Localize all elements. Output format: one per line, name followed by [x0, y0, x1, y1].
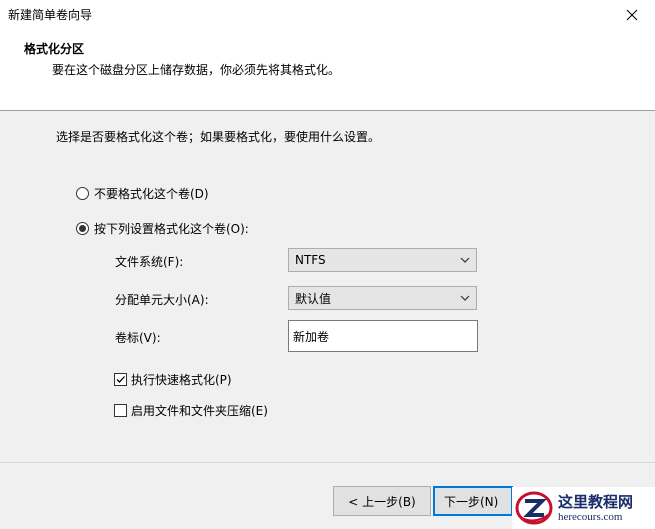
page-title: 格式化分区 — [24, 42, 85, 56]
file-system-select[interactable]: NTFS — [288, 248, 477, 272]
format-radio[interactable] — [76, 222, 89, 235]
allocation-size-label: 分配单元大小(A): — [115, 293, 209, 307]
watermark-title: 这里教程网 — [558, 492, 634, 511]
format-radio-option[interactable]: 按下列设置格式化这个卷(O): — [76, 220, 249, 237]
watermark: 这里教程网 herecours.com — [512, 487, 655, 529]
format-label: 按下列设置格式化这个卷(O): — [94, 222, 249, 236]
footer-divider — [0, 462, 655, 463]
window-title: 新建简单卷向导 — [8, 8, 93, 22]
back-button[interactable]: < 上一步(B) — [333, 486, 431, 516]
no-format-radio[interactable] — [76, 187, 89, 200]
wizard-window: 新建简单卷向导 格式化分区 要在这个磁盘分区上储存数据，你必须先将其格式化。 选… — [0, 0, 655, 529]
compression-checkbox[interactable] — [114, 404, 127, 417]
chevron-down-icon — [460, 295, 470, 301]
page-subtitle: 要在这个磁盘分区上储存数据，你必须先将其格式化。 — [52, 63, 341, 77]
no-format-label: 不要格式化这个卷(D) — [94, 187, 209, 201]
close-icon — [626, 9, 638, 21]
chevron-down-icon — [460, 257, 470, 263]
title-bar: 新建简单卷向导 — [0, 0, 655, 30]
allocation-size-select[interactable]: 默认值 — [288, 286, 477, 310]
compression-option[interactable]: 启用文件和文件夹压缩(E) — [114, 402, 268, 419]
file-system-label: 文件系统(F): — [115, 255, 184, 269]
watermark-url: herecours.com — [558, 510, 623, 523]
quick-format-label: 执行快速格式化(P) — [131, 373, 232, 387]
compression-label: 启用文件和文件夹压缩(E) — [131, 404, 268, 418]
file-system-value: NTFS — [295, 253, 326, 267]
no-format-radio-option[interactable]: 不要格式化这个卷(D) — [76, 185, 209, 202]
instruction-text: 选择是否要格式化这个卷；如果要格式化，要使用什么设置。 — [56, 130, 381, 144]
watermark-logo-icon — [515, 491, 553, 525]
volume-label-input[interactable] — [288, 320, 478, 352]
close-button[interactable] — [609, 0, 655, 30]
next-button[interactable]: 下一步(N) — [433, 486, 513, 516]
quick-format-checkbox[interactable] — [114, 373, 127, 386]
wizard-header: 格式化分区 要在这个磁盘分区上储存数据，你必须先将其格式化。 — [0, 30, 655, 111]
checkmark-icon — [116, 376, 125, 383]
allocation-size-value: 默认值 — [295, 291, 332, 306]
volume-label-label: 卷标(V): — [115, 331, 161, 345]
quick-format-option[interactable]: 执行快速格式化(P) — [114, 371, 232, 388]
